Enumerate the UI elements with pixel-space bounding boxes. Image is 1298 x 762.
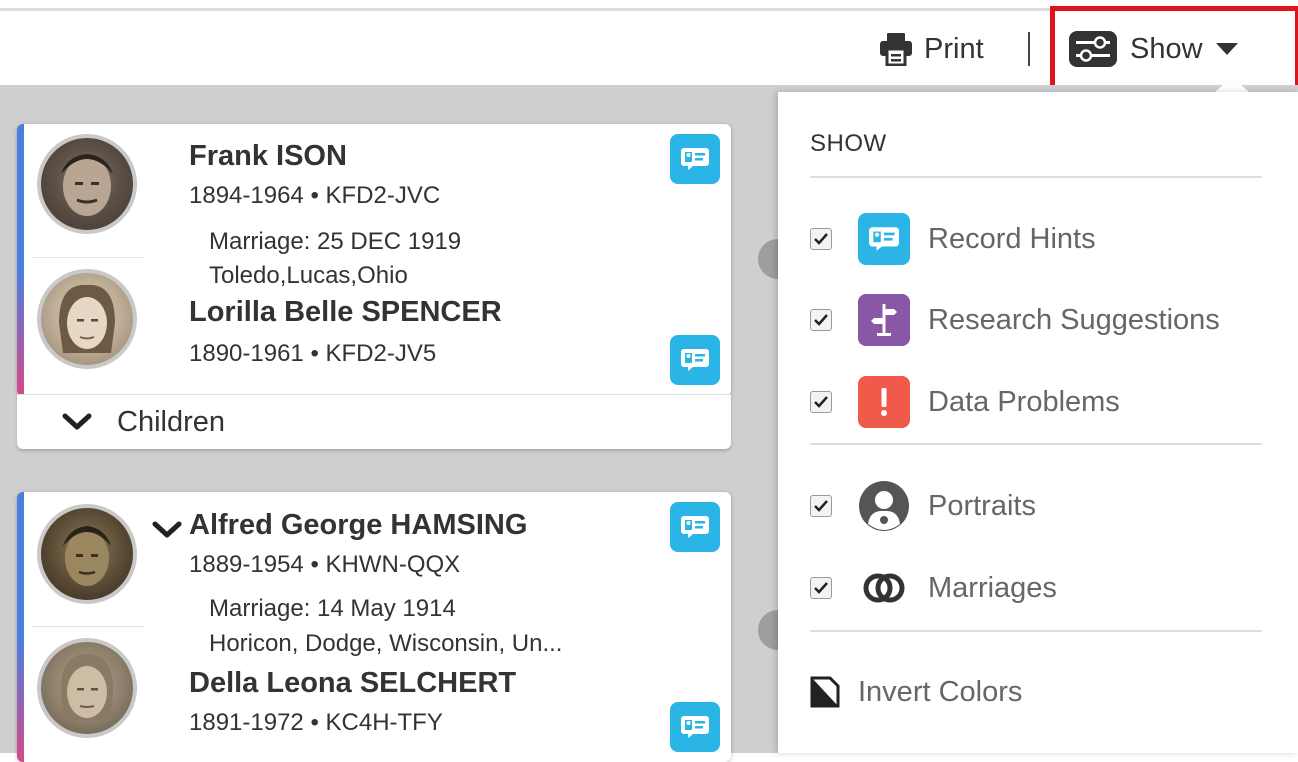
panel-divider — [810, 176, 1262, 178]
chevron-down-icon — [62, 413, 92, 430]
record-hint-icon — [681, 516, 709, 538]
gender-strip — [17, 124, 24, 394]
print-label: Print — [924, 32, 984, 65]
person-name[interactable]: Alfred George HAMSING — [189, 509, 527, 542]
invert-colors-icon — [810, 676, 840, 708]
record-hint-icon — [858, 213, 910, 265]
dropdown-caret — [1214, 77, 1250, 93]
children-toggle[interactable]: Children — [17, 394, 731, 449]
record-hint-button[interactable] — [670, 702, 720, 752]
data-problems-checkbox[interactable] — [810, 391, 832, 413]
checkmark-icon — [814, 314, 828, 326]
invert-colors-button[interactable]: Invert Colors — [810, 666, 1022, 718]
family-card: Alfred George HAMSING 1889-1954 • KHWN-Q… — [17, 492, 731, 762]
marriage-date: Marriage: 14 May 1914 — [209, 595, 456, 622]
show-button[interactable]: Show — [1068, 29, 1239, 69]
record-hint-button[interactable] — [670, 502, 720, 552]
marriage-place: Toledo,Lucas,Ohio — [209, 262, 408, 289]
portrait-icon — [858, 480, 910, 532]
sliders-icon — [1069, 31, 1117, 67]
marriage-place: Horicon, Dodge, Wisconsin, Un... — [209, 630, 563, 657]
record-hint-icon — [681, 148, 709, 170]
show-dropdown-panel: SHOW Record Hints Research Suggestions D… — [778, 92, 1298, 753]
printer-icon — [880, 33, 912, 66]
checkmark-icon — [814, 500, 828, 512]
rings-icon — [858, 562, 910, 614]
option-label: Record Hints — [928, 222, 1096, 255]
checkmark-icon — [814, 233, 828, 245]
portraits-checkbox[interactable] — [810, 495, 832, 517]
portrait-photo — [61, 654, 113, 720]
person-dates-id: 1891-1972 • KC4H-TFY — [189, 709, 443, 736]
invert-colors-label: Invert Colors — [858, 675, 1023, 708]
avatar[interactable] — [37, 134, 137, 234]
option-marriages[interactable]: Marriages — [810, 562, 1057, 614]
gender-strip — [17, 492, 24, 762]
record-hint-icon — [681, 716, 709, 738]
record-hint-icon — [681, 349, 709, 371]
record-hint-button[interactable] — [670, 134, 720, 184]
dropdown-caret-icon — [1215, 43, 1238, 55]
row-divider — [31, 626, 145, 627]
portrait-photo — [59, 284, 115, 353]
person-name[interactable]: Della Leona SELCHERT — [189, 667, 516, 700]
toolbar: Print Show — [0, 11, 1298, 85]
option-label: Data Problems — [928, 385, 1120, 418]
option-label: Marriages — [928, 571, 1057, 604]
record-hint-button[interactable] — [670, 335, 720, 385]
print-button[interactable]: Print — [878, 31, 984, 67]
checkmark-icon — [814, 582, 828, 594]
person-name[interactable]: Frank ISON — [189, 140, 347, 173]
person-dates-id: 1889-1954 • KHWN-QQX — [189, 551, 461, 578]
person-dates-id: 1890-1961 • KFD2-JV5 — [189, 340, 437, 367]
exclamation-icon — [858, 376, 910, 428]
record-hints-checkbox[interactable] — [810, 228, 832, 250]
avatar[interactable] — [37, 638, 137, 738]
marriages-checkbox[interactable] — [810, 577, 832, 599]
marriage-date: Marriage: 25 DEC 1919 — [209, 228, 462, 255]
show-label: Show — [1130, 32, 1203, 65]
checkmark-icon — [814, 396, 828, 408]
portrait-photo — [61, 154, 113, 216]
children-label: Children — [117, 405, 225, 438]
chevron-down-icon[interactable] — [152, 520, 182, 540]
person-dates-id: 1894-1964 • KFD2-JVC — [189, 182, 441, 209]
research-suggestions-checkbox[interactable] — [810, 309, 832, 331]
avatar[interactable] — [37, 269, 137, 369]
row-divider — [31, 257, 145, 258]
portrait-photo — [63, 526, 111, 586]
toolbar-separator — [1028, 32, 1030, 66]
option-label: Research Suggestions — [928, 303, 1220, 336]
person-name[interactable]: Lorilla Belle SPENCER — [189, 296, 502, 329]
option-label: Portraits — [928, 489, 1036, 522]
option-portraits[interactable]: Portraits — [810, 480, 1036, 532]
option-data-problems[interactable]: Data Problems — [810, 376, 1120, 428]
panel-divider — [810, 443, 1262, 445]
signpost-icon — [858, 294, 910, 346]
avatar[interactable] — [37, 504, 137, 604]
family-card: Frank ISON 1894-1964 • KFD2-JVC Marriage… — [17, 124, 731, 396]
panel-title: SHOW — [810, 130, 887, 157]
option-record-hints[interactable]: Record Hints — [810, 213, 1096, 265]
panel-divider — [810, 630, 1262, 632]
option-research-suggestions[interactable]: Research Suggestions — [810, 294, 1220, 346]
